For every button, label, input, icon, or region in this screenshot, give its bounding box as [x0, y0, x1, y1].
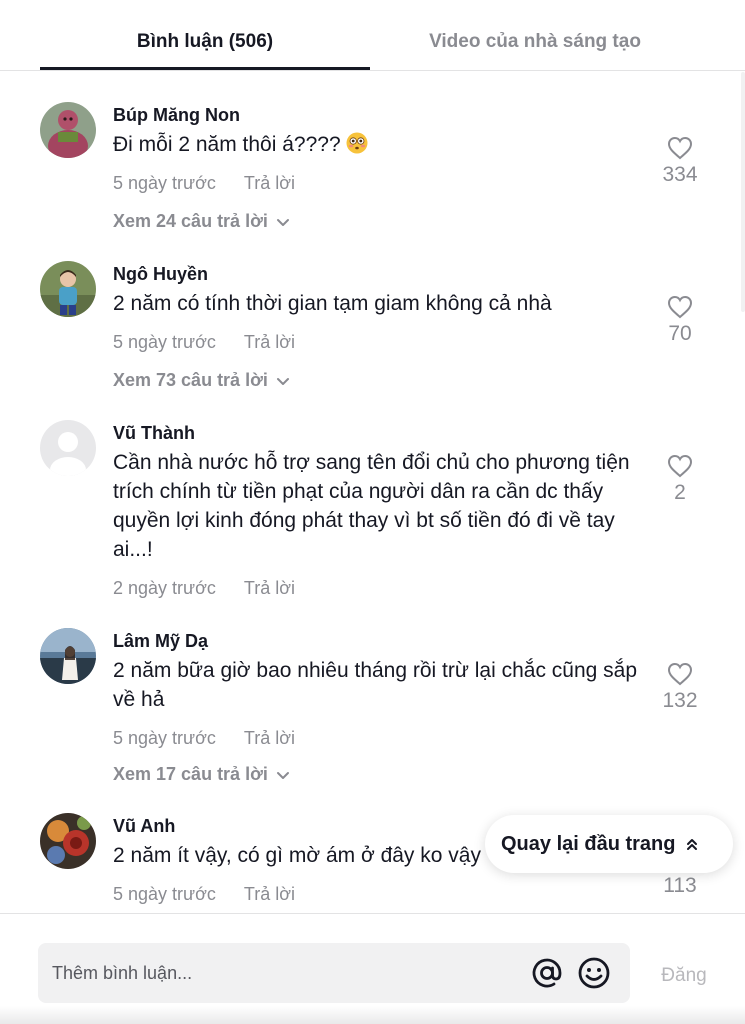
mention-at-icon[interactable] [530, 955, 564, 991]
scrollbar[interactable] [741, 72, 745, 312]
avatar[interactable] [40, 102, 96, 158]
tab-creator-videos[interactable]: Video của nhà sáng tạo [370, 30, 700, 54]
back-to-top-label: Quay lại đầu trang [501, 833, 676, 855]
like-count: 113 [663, 874, 697, 897]
post-button[interactable]: Đăng [650, 964, 718, 988]
comment-input[interactable] [52, 959, 522, 987]
bottom-shadow [0, 1006, 745, 1024]
view-replies-button[interactable]: Xem 73 câu trả lời [113, 369, 290, 392]
reply-button[interactable]: Trả lời [244, 578, 295, 598]
like-count: 2 [674, 481, 686, 504]
chevron-down-icon [276, 211, 290, 233]
avatar[interactable] [40, 813, 96, 869]
view-replies-button[interactable]: Xem 17 câu trả lời [113, 763, 290, 786]
back-to-top-button[interactable]: Quay lại đầu trang [485, 815, 733, 873]
comment-meta: 5 ngày trước Trả lời [113, 172, 295, 194]
default-avatar-icon[interactable] [40, 420, 96, 476]
emoji-smile-icon[interactable] [576, 955, 612, 991]
comment-text: Đi mỗi 2 năm thôi á???? [113, 130, 653, 159]
reply-button[interactable]: Trả lời [244, 173, 295, 193]
comment-author[interactable]: Lâm Mỹ Dạ [113, 630, 208, 652]
reply-button[interactable]: Trả lời [244, 884, 295, 904]
comment-text: 2 năm có tính thời gian tạm giam không c… [113, 292, 552, 315]
avatar[interactable] [40, 628, 96, 684]
like-count: 132 [662, 689, 698, 712]
comment-author[interactable]: Ngô Huyền [113, 263, 208, 285]
comment-meta: 5 ngày trước Trả lời [113, 727, 295, 749]
comment-text: Cần nhà nước hỗ trợ sang tên đổi chủ cho… [113, 451, 630, 561]
active-tab-indicator [40, 67, 370, 70]
reply-button[interactable]: Trả lời [244, 728, 295, 748]
comment-time: 5 ngày trước [113, 332, 216, 352]
comment-tabs: Bình luận (506) Video của nhà sáng tạo [0, 0, 745, 71]
heart-outline-icon [650, 454, 710, 478]
like-button[interactable]: 2 [650, 454, 710, 506]
like-count: 70 [668, 322, 692, 345]
comment-time: 5 ngày trước [113, 884, 216, 904]
comment-meta: 5 ngày trước Trả lời [113, 883, 295, 905]
flushed-face-icon [346, 132, 368, 154]
like-button[interactable]: 334 [650, 136, 710, 188]
like-count: 334 [662, 163, 698, 186]
comment-time: 5 ngày trước [113, 173, 216, 193]
avatar[interactable] [40, 261, 96, 317]
heart-outline-icon [650, 295, 710, 319]
comment-meta: 5 ngày trước Trả lời [113, 331, 295, 353]
double-chevron-up-icon [685, 836, 699, 857]
like-button[interactable]: 132 [650, 662, 710, 714]
comment-author[interactable]: Vũ Thành [113, 422, 195, 444]
chevron-down-icon [276, 764, 290, 786]
comment-time: 5 ngày trước [113, 728, 216, 748]
chevron-down-icon [276, 370, 290, 392]
heart-outline-icon [650, 662, 710, 686]
comment-meta: 2 ngày trước Trả lời [113, 577, 295, 599]
comment-author[interactable]: Vũ Anh [113, 815, 175, 837]
tab-comments[interactable]: Bình luận (506) [40, 30, 370, 54]
comment-time: 2 ngày trước [113, 578, 216, 598]
heart-outline-icon [650, 136, 710, 160]
comment-text: 2 năm bữa giờ bao nhiêu tháng rồi trừ lạ… [113, 659, 638, 711]
reply-button[interactable]: Trả lời [244, 332, 295, 352]
comment-author[interactable]: Búp Măng Non [113, 104, 240, 126]
comment-input-box [38, 943, 630, 1003]
like-button[interactable]: 70 [650, 295, 710, 347]
view-replies-button[interactable]: Xem 24 câu trả lời [113, 210, 290, 233]
